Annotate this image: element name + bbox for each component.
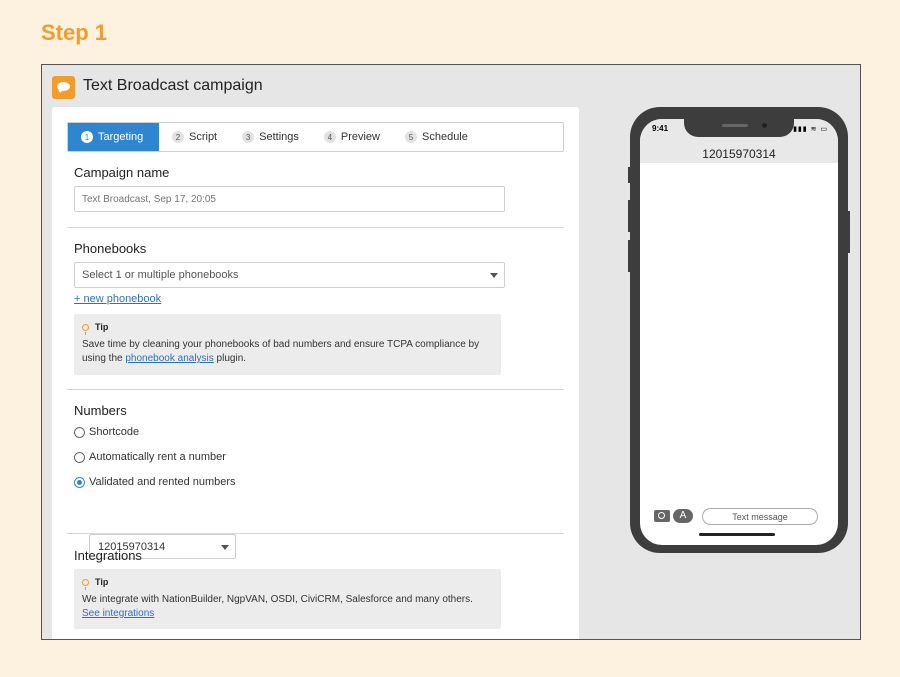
radio-shortcode[interactable]: Shortcode [74,426,139,438]
step-tabs: 1 Targeting 2 Script 3 Settings 4 Preview 5S… [67,122,564,152]
tip-title: Tip [95,322,109,332]
integrations-label: Integrations [74,548,142,563]
chevron-down-icon [221,545,229,550]
radio-button[interactable] [74,451,85,463]
campaign-form-panel: 1 Targeting 2 Script 3 Settings 4 Preview 5S… [52,107,579,639]
tip-title: Tip [95,577,109,587]
integrations-tip: Tip We integrate with NationBuilder, Ngp… [74,569,501,629]
contact-number: 12015970314 [702,147,776,161]
tip-text: We integrate with NationBuilder, NgpVAN,… [82,593,493,621]
tab-number: 3 [242,131,255,143]
phonebooks-label: Phonebooks [74,241,147,256]
phonebooks-select[interactable]: Select 1 or multiple phonebooks [74,262,505,288]
radio-auto-rent[interactable]: Automatically rent a number [74,451,226,463]
radio-validated-rented[interactable]: Validated and rented numbers [74,476,236,488]
tab-number: 1 [81,131,93,143]
window-header: Text Broadcast campaign [42,65,860,107]
phonebook-analysis-link[interactable]: phonebook analysis [125,353,213,364]
new-phonebook-link[interactable]: + new phonebook [74,293,161,305]
tab-settings[interactable]: 3 Settings [229,123,311,151]
tab-number: 5 [405,131,417,143]
lightbulb-icon [82,323,89,335]
numbers-label: Numbers [74,403,127,418]
see-integrations-link[interactable]: See integrations [82,608,154,619]
phone-screen: 9:41 ▮▮▮ ≋ ▭ 12015970314 A Text message [640,119,838,545]
tab-targeting[interactable]: 1 Targeting [68,123,159,151]
phonebook-tip: Tip Save time by cleaning your phonebook… [74,314,501,375]
tab-preview[interactable]: 4 Preview [311,123,392,151]
phonebooks-select-placeholder: Select 1 or multiple phonebooks [82,269,239,281]
tab-label: Schedule [422,131,468,143]
tab-label: Settings [259,131,299,143]
radio-label: Validated and rented numbers [89,476,236,488]
tip-text: Save time by cleaning your phonebooks of… [82,338,493,366]
phone-notch [684,119,794,137]
tab-schedule[interactable]: 5 Schedule [392,123,480,151]
app-store-icon: A [673,509,693,523]
phone-preview: 9:41 ▮▮▮ ≋ ▭ 12015970314 A Text message [630,107,848,553]
tab-label: Preview [340,131,380,143]
tab-number: 2 [172,131,184,143]
section-divider [67,389,564,390]
tip-text-after: plugin. [213,353,247,364]
signal-wifi-battery-icon: ▮▮▮ ≋ ▭ [793,126,828,133]
tab-label: Script [189,131,218,143]
section-divider [67,227,564,228]
tab-label: Targeting [98,131,144,143]
lightbulb-icon [82,578,89,590]
home-indicator [699,533,775,536]
campaign-window: Text Broadcast campaign 1 Targeting 2 Scri… [41,64,861,640]
chat-bubble-icon [52,76,75,99]
tip-text-before: We integrate with NationBuilder, NgpVAN,… [82,594,473,605]
tab-number: 4 [323,131,336,143]
camera-icon [654,510,670,522]
text-message-input: Text message [702,508,818,525]
step-title: Step 1 [41,20,108,45]
tab-script[interactable]: 2 Script [159,123,229,151]
window-title: Text Broadcast campaign [83,77,263,94]
section-divider [67,533,564,534]
campaign-name-label: Campaign name [74,165,170,180]
campaign-name-input[interactable] [74,186,505,212]
radio-button[interactable] [74,476,85,488]
chevron-down-icon [490,273,498,278]
status-time: 9:41 [652,124,669,133]
radio-button[interactable] [74,426,85,438]
radio-label: Shortcode [89,426,140,438]
radio-label: Automatically rent a number [89,451,226,463]
